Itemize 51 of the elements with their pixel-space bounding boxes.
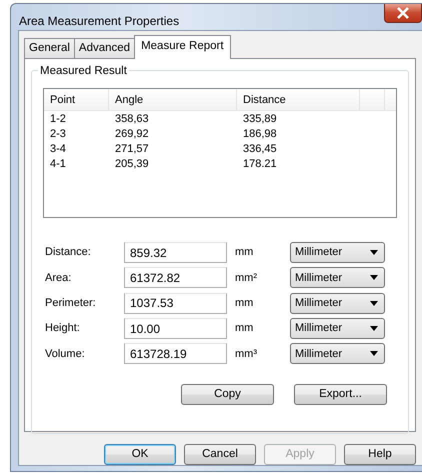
unit-label: mm² (234, 270, 258, 286)
caret-icon (370, 326, 378, 332)
input-field[interactable]: 613728.19 (124, 343, 227, 364)
unit-label: mm (234, 321, 254, 336)
unit-label: mm³ (234, 346, 258, 362)
column-header[interactable]: Angle (109, 89, 237, 110)
unit-dropdown[interactable]: Millimeter (290, 343, 385, 364)
input-field[interactable]: 1037.53 (124, 292, 227, 314)
table-cell-text: 178.21 (242, 157, 278, 171)
tab[interactable]: General (24, 38, 75, 58)
close-icon (396, 7, 410, 19)
column-header[interactable]: Distance (237, 89, 360, 110)
window-title: Area Measurement Properties (19, 13, 180, 30)
tab[interactable]: Advanced (74, 38, 136, 58)
unit-dropdown[interactable]: Millimeter (290, 318, 385, 340)
input-field[interactable]: 61372.82 (124, 267, 227, 288)
caret-icon (370, 351, 378, 356)
table-cell-text: 269,92 (114, 127, 150, 141)
table-cell-text: 186,98 (242, 127, 278, 141)
table-cell-text: 336,45 (242, 142, 278, 156)
table-cell-text: 271,57 (114, 142, 150, 156)
table-cell-text: 3-4 (49, 142, 67, 156)
table-cell-text: 358,63 (114, 112, 150, 126)
input-field[interactable]: 859.32 (124, 242, 227, 264)
input-field[interactable]: 10.00 (124, 318, 227, 340)
dialog-button[interactable]: Export... (294, 384, 387, 406)
unit-dropdown[interactable]: Millimeter (290, 292, 385, 314)
unit-label: mm (234, 245, 254, 260)
table-cell-text: 2-3 (49, 127, 67, 141)
caret-icon (370, 250, 378, 256)
field-label: Volume: (44, 346, 86, 362)
unit-label: mm (234, 296, 254, 311)
caret-icon (370, 275, 378, 280)
table-cell-text: 335,89 (242, 112, 278, 126)
unit-dropdown[interactable]: Millimeter (290, 242, 385, 264)
field-label: Perimeter: (44, 296, 97, 311)
table-cell-text: 4-1 (49, 157, 67, 171)
column-header[interactable]: Point (44, 89, 109, 110)
close-button[interactable] (384, 4, 422, 23)
field-label: Height: (44, 321, 81, 336)
caret-icon (370, 300, 378, 306)
tab[interactable]: Measure Report (134, 35, 231, 59)
field-label: Distance: (44, 245, 92, 260)
dialog-button[interactable]: OK (104, 444, 176, 465)
table-cell-text: 205,39 (114, 157, 150, 171)
field-label: Area: (44, 270, 72, 286)
dialog-button[interactable]: Help (344, 444, 416, 465)
dialog-button[interactable]: Copy (181, 384, 274, 406)
table-cell-text: 1-2 (49, 112, 67, 126)
unit-dropdown[interactable]: Millimeter (290, 267, 385, 288)
dialog-button[interactable]: Cancel (184, 444, 256, 465)
